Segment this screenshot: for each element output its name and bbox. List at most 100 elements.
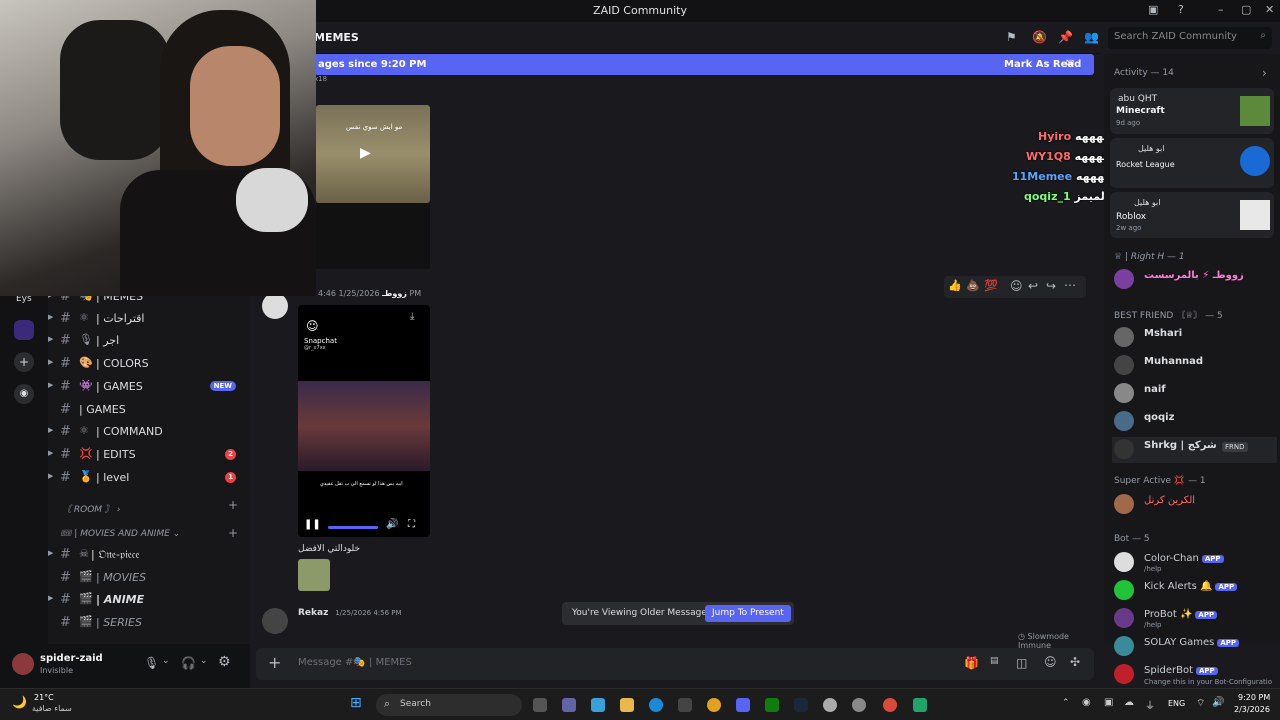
chrome-icon[interactable] (707, 698, 721, 712)
minimize-button[interactable]: – (1218, 3, 1224, 16)
avatar[interactable] (262, 293, 288, 319)
tray-app-icon[interactable]: ⏚ (1145, 697, 1155, 712)
threads-icon[interactable]: ⚑ (1006, 30, 1017, 44)
obs-icon[interactable] (823, 698, 837, 712)
pause-icon[interactable]: ❚❚ (304, 519, 321, 530)
maximize-button[interactable]: ▢ (1241, 3, 1251, 16)
message-list[interactable]: x18 مو ايش سوي نفس ▶ 👍 💩 💯 ☺ ↩ ↪ ⋯ زووطـ… (250, 75, 1100, 650)
task-view-icon[interactable] (533, 698, 547, 712)
bot-item[interactable]: Color-Chan APP/help (1112, 550, 1277, 576)
channel-games[interactable]: ▶ # 👾 | GAMES NEW (48, 376, 248, 398)
apps-icon[interactable]: ✣ (1070, 655, 1080, 669)
volume-icon[interactable]: 🔊 (1212, 697, 1224, 708)
taskbar-search[interactable]: ⌕ Search (376, 694, 522, 716)
reaction-100[interactable]: 💯 (984, 279, 998, 292)
search-input[interactable]: Search ZAID Community ⌕ (1108, 27, 1272, 49)
gif-icon[interactable]: ▤ (990, 656, 999, 666)
headphones-icon[interactable]: 🎧 (181, 656, 196, 670)
channel-edits[interactable]: ▶ # 💢 | EDITS 2 (48, 444, 248, 466)
message-author[interactable]: زووطـ (382, 289, 407, 298)
channel-movies[interactable]: # 🎬 | MOVIES (48, 567, 248, 589)
channel-suggestions[interactable]: ▶ # ⚛ | اقتراحات (48, 308, 248, 330)
video-thumbnail[interactable]: مو ايش سوي نفس ▶ (316, 105, 430, 203)
next-avatar[interactable] (262, 608, 288, 634)
next-author[interactable]: Rekaz (298, 608, 328, 618)
video-progress[interactable] (328, 526, 378, 529)
wifi-icon[interactable]: ⌔ (1196, 697, 1205, 710)
notifications-icon[interactable]: 🔕 (1032, 30, 1047, 44)
sticker-icon[interactable]: ◫ (1016, 656, 1027, 670)
bot-item[interactable]: ProBot ✨ APP/help (1112, 606, 1277, 632)
channel-anime[interactable]: ▶ # 🎬 | ANIME (48, 589, 248, 611)
category-movies[interactable]: 🎟 | MOVIES AND ANIME ⌄ (60, 529, 180, 539)
sticker-image[interactable] (298, 559, 330, 591)
edge-icon[interactable] (649, 698, 663, 712)
weather-temp[interactable]: 21°C (34, 693, 54, 702)
emoji-icon[interactable]: ☺ (1044, 655, 1057, 669)
discover-icon[interactable]: ◉ (14, 384, 34, 404)
member-item[interactable]: Shrkg | شركج FRND (1112, 437, 1277, 463)
tray-app-icon[interactable]: ▣ (1104, 697, 1113, 708)
channel-series[interactable]: # 🎬 | SERIES (48, 612, 248, 634)
gear-icon[interactable]: ⚙ (218, 654, 231, 670)
teams-icon[interactable] (562, 698, 576, 712)
clock-time[interactable]: 9:20 PM (1238, 693, 1270, 702)
store-icon[interactable] (678, 698, 692, 712)
inbox-icon[interactable]: ▣ (1148, 3, 1158, 16)
message-composer[interactable]: + Message #🎭 | MEMES 🎁 ▤ ◫ ☺ ✣ (256, 648, 1094, 680)
download-icon[interactable]: ⤓ (410, 311, 414, 322)
file-explorer-icon[interactable] (620, 698, 634, 712)
upload-icon[interactable]: + (268, 653, 281, 672)
add-reaction-icon[interactable]: ☺ (1010, 279, 1023, 293)
activity-card[interactable]: ابو هليل Rocket League (1110, 138, 1274, 188)
jump-to-present-button[interactable]: Jump To Present (705, 605, 791, 622)
tray-chevron-icon[interactable]: ⌃ (1062, 698, 1070, 708)
member-item[interactable]: Muhannad (1112, 353, 1277, 379)
clock-date[interactable]: 2/3/2026 (1234, 705, 1270, 714)
snap-video[interactable]: ☺ Snapchat @r_x7xx ⤓ اييه بس هذا لو تسمع… (298, 305, 430, 537)
member-item[interactable]: Mshari (1112, 325, 1277, 351)
activity-card[interactable]: abu QHT Minecraft 9d ago (1110, 88, 1274, 134)
start-icon[interactable]: ⊞ (350, 695, 362, 711)
tray-app-icon[interactable]: ◉ (1082, 697, 1091, 708)
member-item[interactable]: الكرين كرنل (1112, 492, 1277, 518)
reply-icon[interactable]: ↩ (1028, 279, 1038, 293)
member-list-icon[interactable]: 👥 (1084, 30, 1099, 44)
new-messages-bar[interactable]: ages since 9:20 PM Mark As Read ✉ (314, 54, 1094, 75)
bot-item[interactable]: Kick Alerts 🔔 APP (1112, 578, 1277, 604)
steam-icon[interactable] (794, 698, 808, 712)
channel-command[interactable]: ▶ # ⚛ | COMMAND (48, 421, 248, 443)
discord-icon[interactable] (736, 698, 750, 712)
chevron-down-icon[interactable]: ⌄ (162, 656, 170, 666)
channel-colors[interactable]: ▶ # 🎨 | COLORS (48, 353, 248, 375)
more-icon[interactable]: ⋯ (1064, 278, 1076, 292)
help-icon[interactable]: ? (1178, 3, 1184, 16)
microphone-icon[interactable]: 🎙 (144, 656, 159, 670)
member-item[interactable]: naif (1112, 381, 1277, 407)
channel-level[interactable]: ▶ # 🏅 | level 1 (48, 467, 248, 489)
close-button[interactable]: ✕ (1265, 3, 1274, 16)
bot-item[interactable]: SOLAY Games APP (1112, 634, 1277, 660)
language-indicator[interactable]: ENG (1168, 699, 1185, 708)
app-icon[interactable] (852, 698, 866, 712)
pin-icon[interactable]: 📌 (1058, 30, 1073, 44)
member-item[interactable]: زووطـ ⚡ بالمرسست (1112, 267, 1277, 293)
volume-icon[interactable]: 🔊 (386, 519, 398, 530)
forward-icon[interactable]: ↪ (1046, 279, 1056, 293)
copilot-icon[interactable] (591, 698, 605, 712)
avatar[interactable] (12, 653, 34, 675)
activity-expand-icon[interactable]: › (1262, 66, 1267, 80)
chevron-down-icon[interactable]: ⌄ (200, 656, 208, 666)
chrome-icon-2[interactable] (883, 698, 897, 712)
bot-item[interactable]: SpiderBot APP Change this in your Bot-Conf… (1112, 662, 1277, 688)
tray-app-icon[interactable]: ☁ (1124, 697, 1134, 708)
reaction-thumbs[interactable]: 👍 (948, 279, 962, 292)
server-icon[interactable] (14, 320, 34, 340)
activity-card[interactable]: ابو هليل Roblox 2w ago (1110, 192, 1274, 238)
reaction-poop[interactable]: 💩 (966, 279, 980, 292)
play-icon[interactable]: ▶ (360, 145, 371, 161)
username[interactable]: spider-zaid (40, 653, 103, 664)
category-room[interactable]: 〘 ROOM 〙 › (62, 502, 120, 515)
xbox-icon[interactable] (765, 698, 779, 712)
channel-one-piece[interactable]: ▶ # ☠ | 𝔒𝔫𝔢-𝔭𝔦𝔢𝔠𝔢 (48, 544, 248, 566)
